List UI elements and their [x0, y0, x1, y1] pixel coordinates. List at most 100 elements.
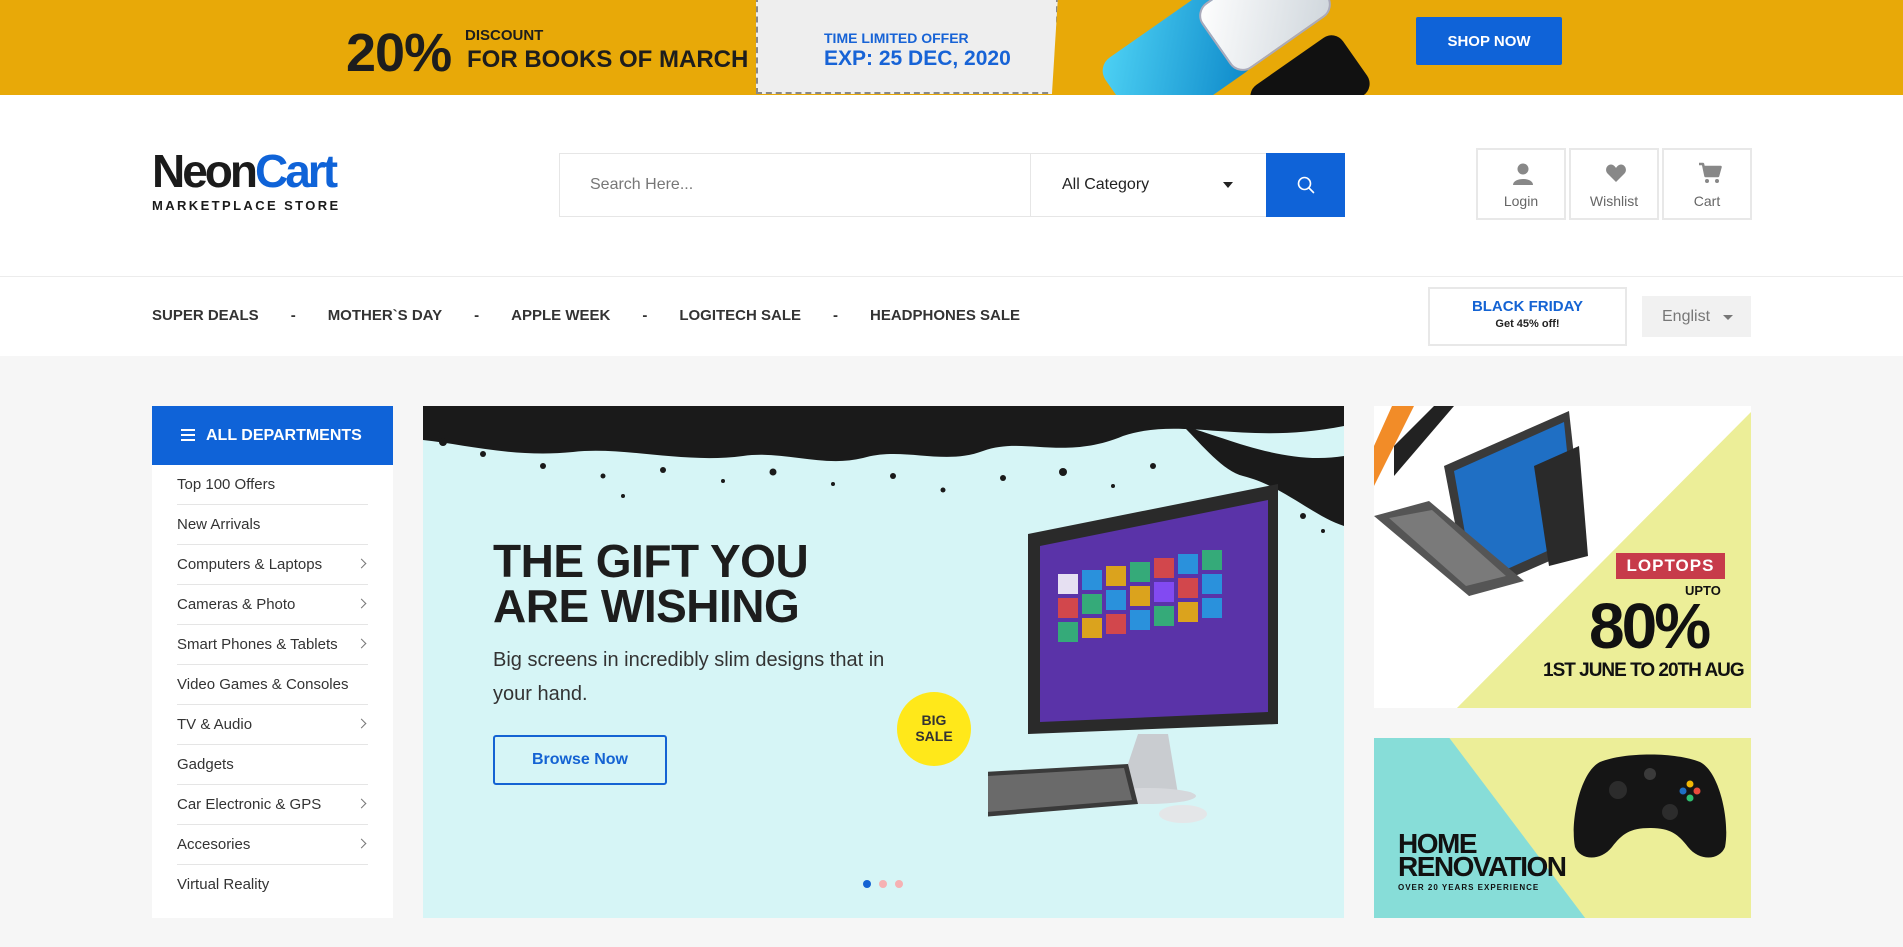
nav-link-super-deals[interactable]: SUPER DEALS — [152, 307, 259, 324]
department-item-label: Video Games & Consoles — [177, 676, 349, 693]
promo-expiry: EXP: 25 DEC, 2020 — [824, 47, 1011, 70]
department-item-label: Gadgets — [177, 756, 234, 773]
browse-now-button[interactable]: Browse Now — [493, 735, 667, 785]
departments-toggle[interactable]: ALL DEPARTMENTS — [152, 406, 393, 465]
search-icon — [1297, 176, 1314, 194]
wishlist-label: Wishlist — [1589, 193, 1639, 209]
big-sale-line1: BIG — [921, 712, 947, 728]
departments-title: ALL DEPARTMENTS — [206, 427, 362, 444]
search-input[interactable] — [560, 154, 1030, 216]
black-friday-title: BLACK FRIDAY — [1471, 298, 1584, 315]
search-bar: All Category — [559, 153, 1345, 217]
department-item[interactable]: Cameras & Photo — [177, 585, 368, 625]
nav-separator: - — [290, 307, 296, 324]
department-item[interactable]: Virtual Reality — [177, 865, 368, 905]
user-icon — [1513, 163, 1533, 185]
chevron-right-icon — [356, 798, 367, 809]
promo-discount-label: DISCOUNT — [465, 27, 544, 44]
department-item[interactable]: Gadgets — [177, 745, 368, 785]
caret-down-icon — [1223, 182, 1233, 188]
department-item-label: TV & Audio — [177, 716, 253, 733]
logo-tagline: MARKETPLACE STORE — [152, 198, 341, 213]
department-item-label: Top 100 Offers — [177, 476, 276, 493]
department-item-label: Smart Phones & Tablets — [177, 636, 338, 653]
wishlist-button[interactable]: Wishlist — [1569, 148, 1659, 220]
hero-title-line2: ARE WISHING — [493, 580, 800, 632]
nav-separator: - — [833, 307, 839, 324]
slider-dot[interactable] — [863, 880, 871, 888]
departments-menu: ALL DEPARTMENTS Top 100 Offers New Arriva… — [152, 406, 393, 918]
slider-pagination — [863, 880, 903, 888]
nav-separator: - — [642, 307, 648, 324]
home-renovation-title: HOME RENOVATION — [1398, 830, 1567, 881]
laptop-image — [1374, 406, 1588, 596]
chevron-right-icon — [356, 598, 367, 609]
department-item-label: Virtual Reality — [177, 876, 270, 893]
laptops-percent: 80% — [1589, 590, 1711, 662]
promo-offer-label: TIME LIMITED OFFER — [824, 30, 969, 46]
nav-link-mothers-day[interactable]: MOTHER`S DAY — [328, 307, 442, 324]
category-select-value: All Category — [1062, 176, 1150, 193]
heart-icon — [1606, 164, 1626, 182]
slider-dot[interactable] — [879, 880, 887, 888]
cart-icon — [1699, 162, 1722, 183]
cart-button[interactable]: Cart — [1662, 148, 1752, 220]
search-button[interactable] — [1266, 153, 1345, 217]
chevron-right-icon — [356, 838, 367, 849]
department-item[interactable]: Accesories — [177, 825, 368, 865]
site-header: NeonCart MARKETPLACE STORE All Category … — [0, 95, 1903, 276]
department-item[interactable]: Top 100 Offers — [177, 465, 368, 505]
category-select[interactable]: All Category — [1030, 154, 1266, 216]
shop-now-button[interactable]: SHOP NOW — [1416, 17, 1562, 65]
caret-down-icon — [1723, 315, 1733, 320]
department-item[interactable]: Car Electronic & GPS — [177, 785, 368, 825]
menu-icon — [181, 429, 195, 441]
home-renovation-line2: RENOVATION — [1398, 851, 1567, 882]
department-item-label: Cameras & Photo — [177, 596, 296, 613]
laptops-tag: LOPTOPS — [1616, 553, 1725, 579]
chevron-right-icon — [356, 718, 367, 729]
language-value: Englist — [1662, 308, 1711, 325]
promo-percent: 20% — [346, 23, 452, 83]
logo-brand-first: Neon — [152, 145, 258, 197]
department-item[interactable]: Video Games & Consoles — [177, 665, 368, 705]
black-friday-sub: Get 45% off! — [1495, 318, 1560, 330]
chevron-right-icon — [356, 638, 367, 649]
hero-subtitle: Big screens in incredibly slim designs t… — [493, 649, 885, 705]
departments-list: Top 100 Offers New Arrivals Computers & La… — [152, 465, 393, 905]
all-in-one-pc-image — [988, 484, 1278, 823]
login-label: Login — [1503, 193, 1539, 209]
department-item-label: Accesories — [177, 836, 251, 853]
department-item-label: Car Electronic & GPS — [177, 796, 322, 813]
promo-books-label: FOR BOOKS OF MARCH — [467, 46, 749, 73]
home-renovation-sub: OVER 20 YEARS EXPERIENCE — [1398, 883, 1540, 892]
deals-links: SUPER DEALS - MOTHER`S DAY - APPLE WEEK … — [152, 307, 1020, 324]
department-item-label: Computers & Laptops — [177, 556, 323, 573]
department-item[interactable]: Smart Phones & Tablets — [177, 625, 368, 665]
laptops-banner[interactable]: LOPTOPS UPTO 80% 1ST JUNE TO 20TH AUG — [1374, 406, 1751, 708]
nav-link-apple-week[interactable]: APPLE WEEK — [511, 307, 610, 324]
department-item[interactable]: TV & Audio — [177, 705, 368, 745]
nav-separator: - — [474, 307, 480, 324]
promo-offer-ticket: TIME LIMITED OFFER EXP: 25 DEC, 2020 — [756, 0, 1058, 94]
login-button[interactable]: Login — [1476, 148, 1566, 220]
home-renovation-banner[interactable]: HOME RENOVATION OVER 20 YEARS EXPERIENCE — [1374, 738, 1751, 918]
logo[interactable]: NeonCart MARKETPLACE STORE — [152, 148, 341, 213]
department-item[interactable]: New Arrivals — [177, 505, 368, 545]
logo-brand-second: Cart — [255, 145, 338, 197]
hero-slider: THE GIFT YOU ARE WISHING Big screens in … — [423, 406, 1344, 918]
big-sale-badge: BIG SALE — [897, 692, 971, 766]
nav-link-headphones-sale[interactable]: HEADPHONES SALE — [870, 307, 1020, 324]
game-controller-image — [1573, 754, 1727, 858]
slider-dot[interactable] — [895, 880, 903, 888]
department-item[interactable]: Computers & Laptops — [177, 545, 368, 585]
cart-label: Cart — [1693, 193, 1721, 209]
big-sale-line2: SALE — [915, 728, 953, 744]
chevron-right-icon — [356, 558, 367, 569]
language-select[interactable]: Englist — [1642, 296, 1751, 337]
black-friday-badge[interactable]: BLACK FRIDAY Get 45% off! — [1428, 287, 1627, 346]
deals-nav: SUPER DEALS - MOTHER`S DAY - APPLE WEEK … — [0, 276, 1903, 356]
hero-title: THE GIFT YOU ARE WISHING — [493, 538, 809, 632]
laptops-dates: 1ST JUNE TO 20TH AUG — [1543, 660, 1745, 681]
nav-link-logitech-sale[interactable]: LOGITECH SALE — [679, 307, 801, 324]
